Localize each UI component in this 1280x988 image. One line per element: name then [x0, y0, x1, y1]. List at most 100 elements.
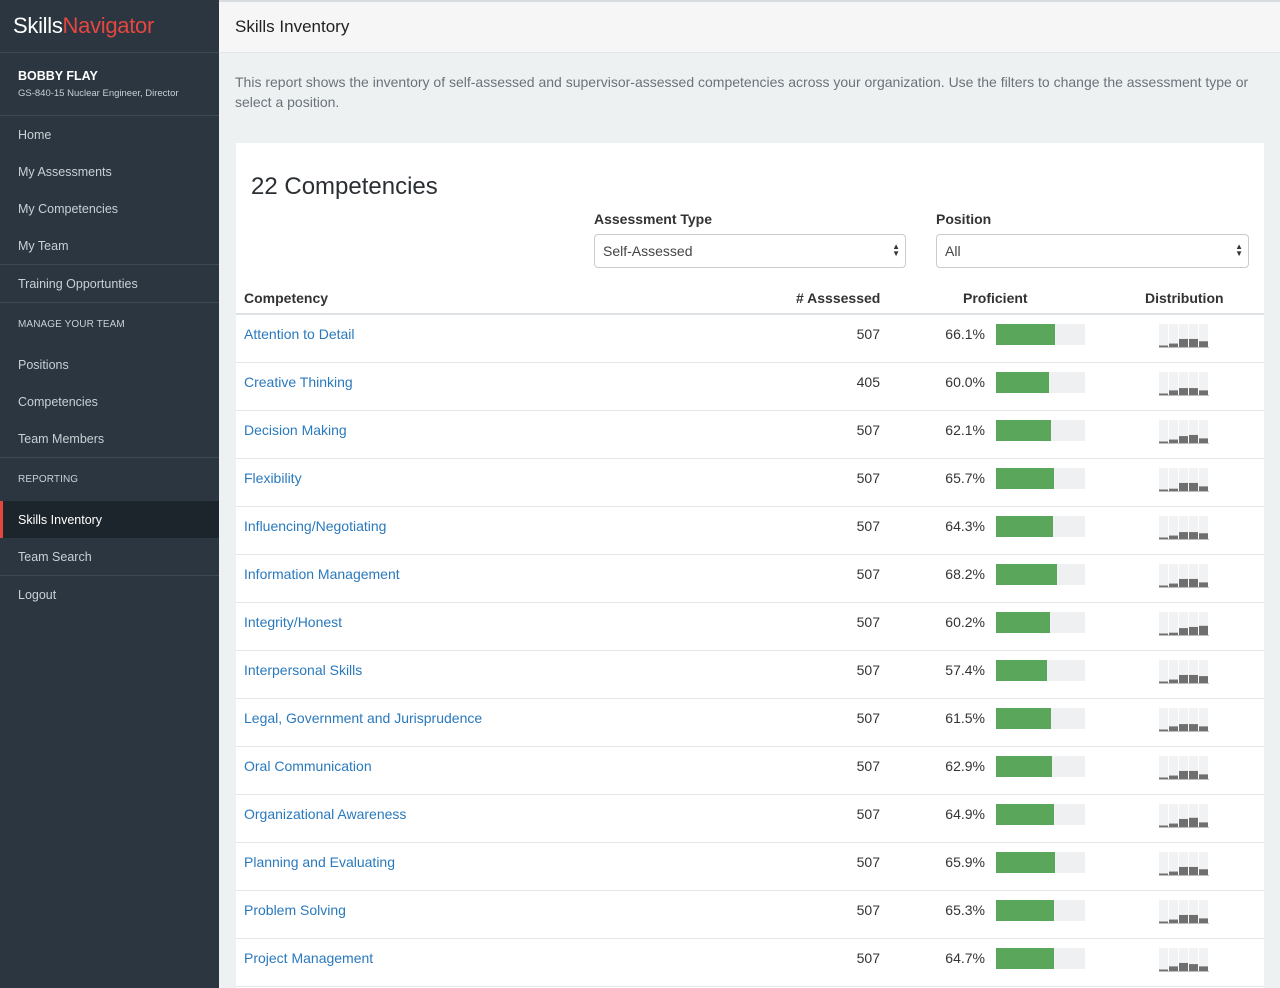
- distribution-bar: [1189, 674, 1198, 683]
- competency-link[interactable]: Influencing/Negotiating: [244, 518, 386, 534]
- proficiency-bar-fill: [996, 900, 1055, 921]
- distribution-bar: [1179, 578, 1188, 587]
- sidebar-item-my-team[interactable]: My Team: [0, 227, 219, 264]
- sidebar-item-training[interactable]: Training Opportunties: [0, 264, 219, 302]
- proficiency-bar-fill: [996, 372, 1050, 393]
- distribution-bar: [1169, 439, 1178, 443]
- distribution-bar: [1179, 532, 1188, 539]
- proficiency-bar-fill: [996, 708, 1051, 729]
- brand-logo[interactable]: Skills Navigator: [0, 0, 219, 53]
- competency-link[interactable]: Information Management: [244, 566, 400, 582]
- sidebar-item-logout[interactable]: Logout: [0, 575, 219, 613]
- proficiency-bar-fill: [996, 324, 1055, 345]
- distribution-bar: [1159, 585, 1168, 587]
- distribution-bar: [1179, 388, 1188, 395]
- distribution-bar: [1199, 341, 1208, 347]
- user-title: GS-840-15 Nuclear Engineer, Director: [18, 88, 179, 99]
- competency-link[interactable]: Flexibility: [244, 470, 302, 486]
- competency-link[interactable]: Decision Making: [244, 422, 347, 438]
- assessment-type-select[interactable]: Self-Assessed ▲ ▼: [594, 234, 906, 268]
- distribution-bar: [1169, 632, 1178, 635]
- table-row: Interpersonal Skills 507 57.4%: [236, 651, 1264, 699]
- table-row: Creative Thinking 405 60.0%: [236, 363, 1264, 411]
- proficiency-bar-fill: [996, 420, 1052, 441]
- proficiency-bar-fill: [996, 660, 1048, 681]
- table-row: Planning and Evaluating 507 65.9%: [236, 843, 1264, 891]
- distribution-bar: [1189, 626, 1198, 635]
- distribution-bar: [1179, 962, 1188, 971]
- distribution-bar: [1199, 726, 1208, 731]
- competency-link[interactable]: Integrity/Honest: [244, 614, 342, 630]
- distribution-bar-bg: [1169, 468, 1178, 491]
- sidebar-item-my-competencies[interactable]: My Competencies: [0, 190, 219, 227]
- sidebar-item-my-assessments[interactable]: My Assessments: [0, 153, 219, 190]
- distribution-bar: [1159, 537, 1168, 539]
- distribution-bar: [1169, 343, 1178, 347]
- competency-link[interactable]: Planning and Evaluating: [244, 854, 395, 870]
- competency-table-body: Attention to Detail 507 66.1% Creative T…: [236, 315, 1264, 987]
- sidebar-item-positions[interactable]: Positions: [0, 346, 219, 383]
- distribution-sparkline: [1159, 612, 1209, 636]
- col-distribution: Distribution: [1145, 290, 1224, 306]
- user-info: BOBBY FLAY GS-840-15 Nuclear Engineer, D…: [0, 53, 219, 116]
- distribution-sparkline: [1159, 756, 1209, 780]
- col-competency[interactable]: Competency: [244, 290, 328, 306]
- distribution-bar-bg: [1159, 564, 1168, 587]
- proficiency-bar-fill: [996, 612, 1050, 633]
- distribution-bar: [1199, 918, 1208, 923]
- assessment-type-label: Assessment Type: [594, 211, 713, 227]
- competency-link[interactable]: Oral Communication: [244, 758, 372, 774]
- proficient-percent: 61.5%: [945, 710, 985, 726]
- distribution-bar: [1169, 823, 1178, 827]
- proficiency-bar-fill: [996, 516, 1054, 537]
- distribution-bar: [1169, 726, 1178, 731]
- proficiency-bar-fill: [996, 804, 1054, 825]
- table-row: Legal, Government and Jurisprudence 507 …: [236, 699, 1264, 747]
- proficient-percent: 65.3%: [945, 902, 985, 918]
- distribution-bar: [1199, 582, 1208, 587]
- sidebar-item-team-search[interactable]: Team Search: [0, 538, 219, 575]
- distribution-bar-bg: [1159, 708, 1168, 731]
- distribution-sparkline: [1159, 468, 1209, 492]
- distribution-bar: [1189, 578, 1198, 587]
- distribution-sparkline: [1159, 324, 1209, 348]
- user-name: BOBBY FLAY: [18, 69, 98, 83]
- assessed-count: 507: [856, 614, 880, 630]
- sidebar-item-team-members[interactable]: Team Members: [0, 420, 219, 457]
- col-proficient[interactable]: Proficient: [963, 290, 1028, 306]
- proficiency-bar-fill: [996, 852, 1055, 873]
- competency-link[interactable]: Creative Thinking: [244, 374, 353, 390]
- distribution-bar: [1169, 775, 1178, 779]
- sidebar-item-competencies[interactable]: Competencies: [0, 383, 219, 420]
- competency-link[interactable]: Problem Solving: [244, 902, 346, 918]
- distribution-bar-bg: [1159, 420, 1168, 443]
- table-row: Integrity/Honest 507 60.2%: [236, 603, 1264, 651]
- sidebar-item-home[interactable]: Home: [0, 116, 219, 153]
- proficiency-bar-fill: [996, 564, 1057, 585]
- proficiency-bar-fill: [996, 948, 1054, 969]
- distribution-bar: [1189, 817, 1198, 827]
- distribution-sparkline: [1159, 852, 1209, 876]
- distribution-bar: [1169, 535, 1178, 539]
- distribution-bar: [1159, 921, 1168, 923]
- distribution-bar: [1159, 489, 1168, 491]
- position-value: All: [945, 243, 961, 259]
- distribution-bar-bg: [1169, 324, 1178, 347]
- competency-link[interactable]: Attention to Detail: [244, 326, 355, 342]
- sidebar-item-skills-inventory[interactable]: Skills Inventory: [0, 501, 219, 538]
- competency-link[interactable]: Project Management: [244, 950, 373, 966]
- brand-part2: Navigator: [62, 13, 155, 38]
- distribution-bar: [1189, 434, 1198, 443]
- distribution-bar: [1189, 338, 1198, 347]
- distribution-bar: [1169, 488, 1178, 491]
- col-assessed[interactable]: # Asssessed: [796, 290, 880, 306]
- competency-link[interactable]: Legal, Government and Jurisprudence: [244, 710, 482, 726]
- distribution-bar: [1179, 628, 1188, 635]
- distribution-bar: [1169, 390, 1178, 395]
- position-select[interactable]: All ▲ ▼: [936, 234, 1249, 268]
- assessed-count: 507: [856, 806, 880, 822]
- proficient-percent: 62.9%: [945, 758, 985, 774]
- competency-link[interactable]: Interpersonal Skills: [244, 662, 362, 678]
- competency-link[interactable]: Organizational Awareness: [244, 806, 406, 822]
- assessed-count: 507: [856, 326, 880, 342]
